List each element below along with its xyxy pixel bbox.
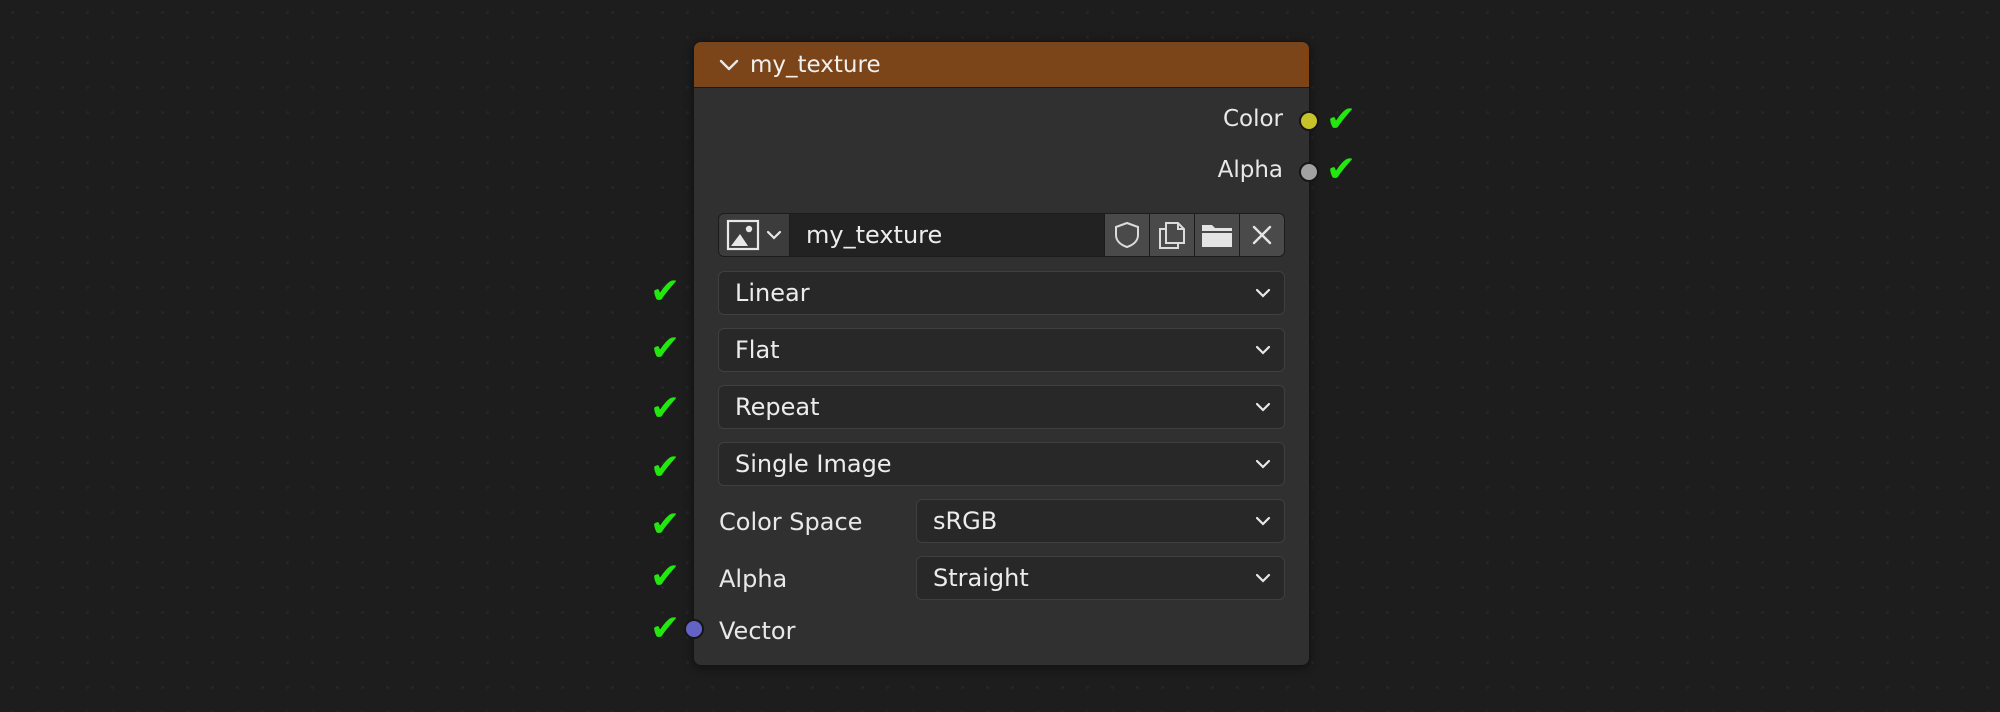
extension-value: Repeat — [735, 393, 820, 421]
alpha-value: Straight — [933, 564, 1029, 592]
folder-icon — [1202, 225, 1232, 247]
alpha-dropdown[interactable]: Straight — [916, 556, 1285, 600]
projection-dropdown[interactable]: Flat — [718, 328, 1285, 372]
close-icon — [1252, 225, 1272, 245]
duplicate-image-button[interactable] — [1150, 213, 1195, 257]
color-space-dropdown[interactable]: sRGB — [916, 499, 1285, 543]
collapse-chevron-icon[interactable] — [718, 54, 740, 76]
output-color-label: Color — [1222, 106, 1283, 132]
output-color-socket[interactable] — [1299, 111, 1319, 131]
check-icon: ✔ — [1326, 99, 1357, 140]
interpolation-value: Linear — [735, 279, 810, 307]
color-space-label: Color Space — [719, 508, 863, 536]
chevron-down-icon — [1255, 459, 1271, 469]
check-icon: ✔ — [650, 388, 681, 429]
copy-icon — [1159, 222, 1185, 249]
check-icon: ✔ — [650, 328, 681, 369]
image-texture-node[interactable]: my_texture Color Alpha my_texture Linear… — [684, 41, 1319, 666]
source-value: Single Image — [735, 450, 892, 478]
output-alpha-socket[interactable] — [1299, 162, 1319, 182]
interpolation-dropdown[interactable]: Linear — [718, 271, 1285, 315]
vector-input-socket[interactable] — [684, 619, 704, 639]
color-space-value: sRGB — [933, 507, 998, 535]
chevron-down-icon — [1255, 402, 1271, 412]
fake-user-button[interactable] — [1105, 213, 1150, 257]
alpha-label: Alpha — [719, 565, 788, 593]
shield-icon — [1115, 221, 1139, 249]
check-icon: ✔ — [650, 447, 681, 488]
node-header[interactable]: my_texture — [694, 42, 1309, 88]
image-selector-row: my_texture — [718, 213, 1285, 257]
image-name-field[interactable]: my_texture — [790, 213, 1105, 257]
check-icon: ✔ — [650, 271, 681, 312]
node-title: my_texture — [750, 51, 881, 78]
check-icon: ✔ — [1326, 149, 1357, 190]
check-icon: ✔ — [650, 608, 681, 649]
projection-value: Flat — [735, 336, 780, 364]
chevron-down-icon — [1255, 516, 1271, 526]
open-image-button[interactable] — [1195, 213, 1240, 257]
unlink-image-button[interactable] — [1240, 213, 1285, 257]
check-icon: ✔ — [650, 504, 681, 545]
chevron-down-icon — [766, 230, 782, 240]
chevron-down-icon — [1255, 573, 1271, 583]
image-icon — [726, 219, 760, 251]
image-browse-button[interactable] — [718, 213, 790, 257]
vector-input-label: Vector — [719, 617, 796, 645]
chevron-down-icon — [1255, 345, 1271, 355]
source-dropdown[interactable]: Single Image — [718, 442, 1285, 486]
chevron-down-icon — [1255, 288, 1271, 298]
output-alpha-label: Alpha — [1217, 157, 1283, 183]
check-icon: ✔ — [650, 556, 681, 597]
extension-dropdown[interactable]: Repeat — [718, 385, 1285, 429]
